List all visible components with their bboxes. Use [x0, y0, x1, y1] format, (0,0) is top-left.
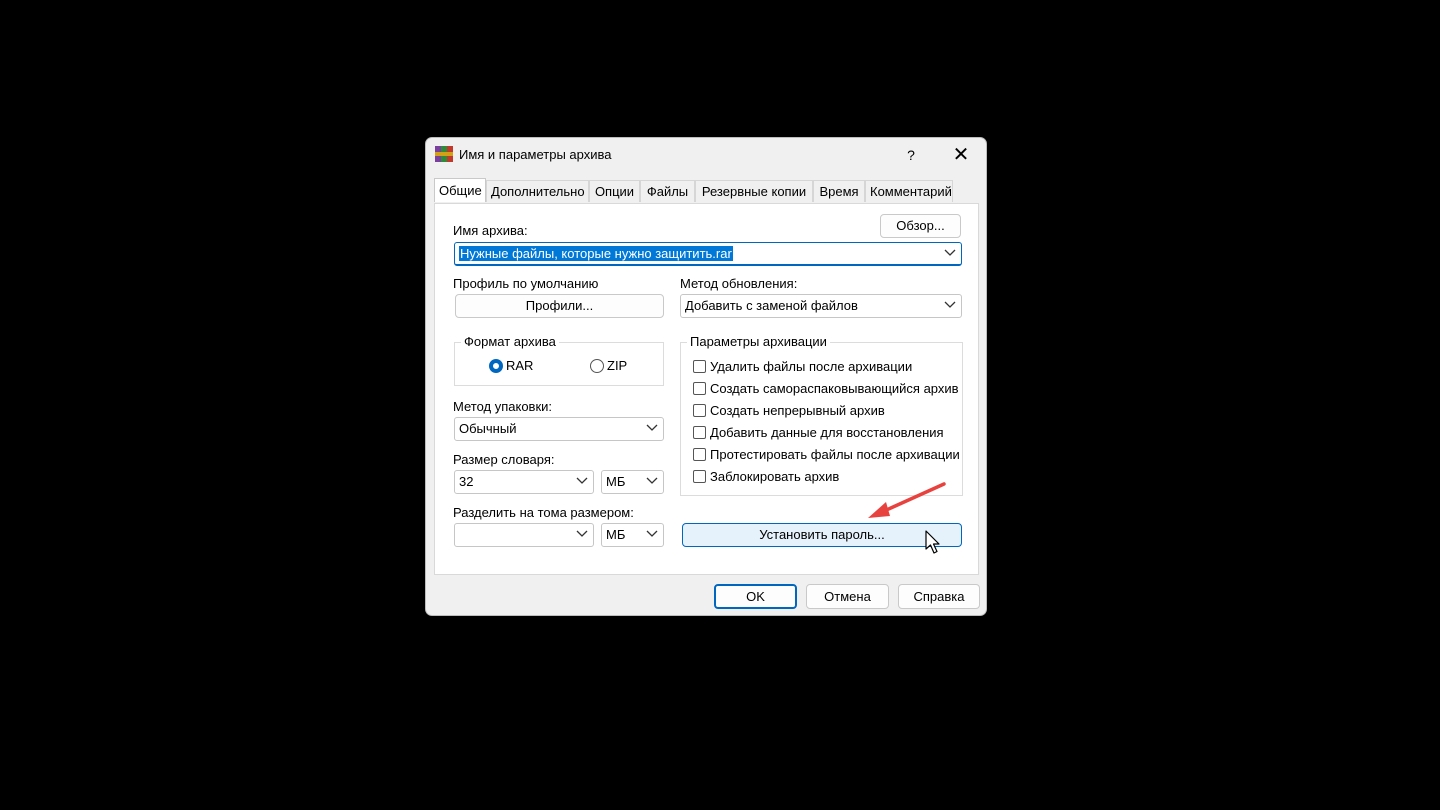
annotation-arrow-icon — [868, 482, 946, 518]
tab-general[interactable]: Общие — [434, 178, 486, 202]
profiles-button[interactable]: Профили... — [455, 294, 664, 318]
title-bar: Имя и параметры архива ? ✕ — [426, 138, 986, 172]
help-button[interactable]: Справка — [898, 584, 980, 609]
dictionary-unit-value: МБ — [606, 474, 626, 489]
archive-name-label: Имя архива: — [453, 223, 528, 238]
archive-format-label: Формат архива — [461, 334, 559, 349]
dialog-title: Имя и параметры архива — [459, 147, 612, 162]
compression-method-value: Обычный — [459, 421, 517, 436]
chevron-down-icon — [646, 424, 658, 431]
tab-time[interactable]: Время — [813, 180, 865, 202]
split-unit-select[interactable]: МБ — [601, 523, 664, 547]
option-label: Добавить данные для восстановления — [710, 425, 944, 440]
test-files-checkbox[interactable] — [693, 448, 706, 461]
archive-name-value: Нужные файлы, которые нужно защитить.rar — [459, 246, 733, 261]
option-label: Создать непрерывный архив — [710, 403, 885, 418]
solid-archive-checkbox[interactable] — [693, 404, 706, 417]
cancel-button[interactable]: Отмена — [806, 584, 889, 609]
split-volumes-label: Разделить на тома размером: — [453, 505, 634, 520]
archiving-options-label: Параметры архивации — [687, 334, 830, 349]
archive-name-combobox[interactable]: Нужные файлы, которые нужно защитить.rar — [454, 242, 962, 266]
compression-method-select[interactable]: Обычный — [454, 417, 664, 441]
option-label: Заблокировать архив — [710, 469, 840, 484]
zip-radio[interactable] — [590, 359, 604, 373]
chevron-down-icon — [944, 301, 956, 308]
dictionary-unit-select[interactable]: МБ — [601, 470, 664, 494]
option-label: Протестировать файлы после архивации — [710, 447, 960, 462]
rar-label: RAR — [506, 358, 534, 373]
chevron-down-icon — [576, 530, 588, 537]
tab-options[interactable]: Опции — [589, 180, 640, 202]
chevron-down-icon[interactable] — [944, 249, 956, 257]
update-method-select[interactable]: Добавить с заменой файлов — [680, 294, 962, 318]
split-volumes-combobox[interactable] — [454, 523, 594, 547]
browse-button[interactable]: Обзор... — [880, 214, 961, 238]
option-label: Создать самораспаковывающийся архив — [710, 381, 959, 396]
archive-dialog: Имя и параметры архива ? ✕ Общие Дополни… — [425, 137, 987, 616]
tab-backup[interactable]: Резервные копии — [695, 180, 813, 202]
help-icon[interactable]: ? — [898, 144, 924, 166]
tab-advanced[interactable]: Дополнительно — [486, 180, 589, 202]
update-method-value: Добавить с заменой файлов — [685, 298, 858, 313]
tab-files[interactable]: Файлы — [640, 180, 695, 202]
ok-button[interactable]: OK — [714, 584, 797, 609]
close-icon[interactable]: ✕ — [948, 143, 974, 167]
tab-comment[interactable]: Комментарий — [865, 180, 953, 202]
set-password-button[interactable]: Установить пароль... — [682, 523, 962, 547]
lock-archive-checkbox[interactable] — [693, 470, 706, 483]
recovery-record-checkbox[interactable] — [693, 426, 706, 439]
update-method-label: Метод обновления: — [680, 276, 798, 291]
compression-method-label: Метод упаковки: — [453, 399, 553, 414]
zip-label: ZIP — [607, 358, 628, 373]
rar-radio[interactable] — [489, 359, 503, 373]
dictionary-size-value: 32 — [459, 474, 474, 489]
dictionary-size-label: Размер словаря: — [453, 452, 555, 467]
chevron-down-icon — [646, 530, 658, 537]
delete-files-checkbox[interactable] — [693, 360, 706, 373]
mouse-cursor-icon — [925, 530, 940, 554]
option-label: Удалить файлы после архивации — [710, 359, 913, 374]
dictionary-size-select[interactable]: 32 — [454, 470, 594, 494]
chevron-down-icon — [646, 477, 658, 484]
sfx-checkbox[interactable] — [693, 382, 706, 395]
split-unit-value: МБ — [606, 527, 626, 542]
default-profile-label: Профиль по умолчанию — [453, 276, 599, 291]
winrar-app-icon — [435, 146, 453, 162]
chevron-down-icon — [576, 477, 588, 484]
